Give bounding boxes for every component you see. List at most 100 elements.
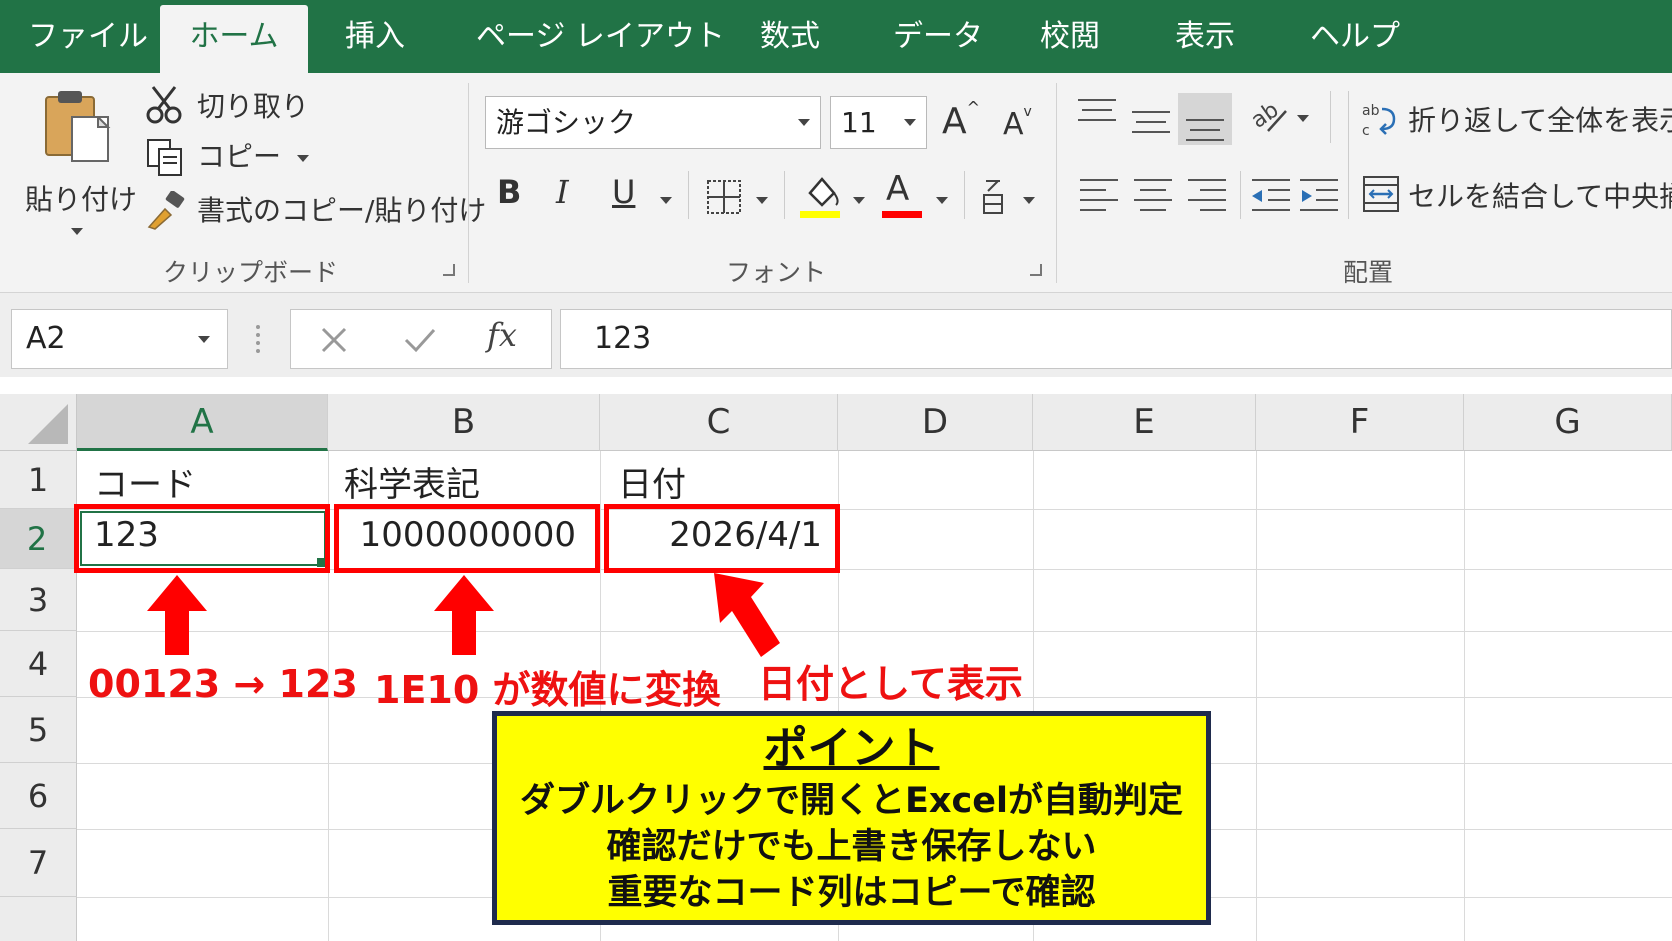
select-all-corner[interactable] (0, 394, 77, 451)
column-header-d[interactable]: D (838, 394, 1033, 451)
align-middle-button[interactable] (1132, 99, 1172, 135)
arrow-up-icon (147, 575, 207, 655)
name-box-dropdown-icon[interactable] (198, 336, 210, 343)
enter-check-icon[interactable] (403, 325, 437, 355)
separator (964, 171, 965, 219)
group-separator (1056, 83, 1057, 283)
tab-view[interactable]: 表示 (1175, 0, 1235, 73)
cell-b1[interactable]: 科学表記 (344, 457, 480, 506)
annotation-date: 日付として表示 (758, 662, 1023, 706)
ribbon-tab-bar: ファイル ホーム 挿入 ページ レイアウト 数式 データ 校閲 表示 ヘルプ (0, 0, 1672, 73)
row-header-8[interactable] (0, 897, 77, 941)
align-center-button[interactable] (1134, 179, 1174, 215)
decrease-indent-button[interactable] (1252, 179, 1292, 215)
tab-review[interactable]: 校閲 (1040, 0, 1100, 73)
italic-button[interactable]: I (556, 173, 569, 211)
tip-line: ダブルクリックで開くとExcelが自動判定 (520, 781, 1183, 821)
row-header-1[interactable]: 1 (0, 451, 77, 509)
cell-c1[interactable]: 日付 (618, 457, 686, 506)
annotation-scientific: 1E10 が数値に変換 (374, 668, 721, 712)
row-header-7[interactable]: 7 (0, 829, 77, 897)
font-group-label: フォント (726, 258, 827, 287)
font-size-value: 11 (841, 106, 877, 139)
merge-center-button[interactable]: セルを結合して中央揃え (1362, 171, 1672, 219)
font-color-button[interactable]: A (882, 169, 924, 219)
phonetic-guide-icon[interactable] (980, 177, 1008, 217)
tip-line: 重要なコード列はコピーで確認 (607, 873, 1096, 913)
tip-line: 確認だけでも上書き保存しない (606, 827, 1097, 867)
fill-color-icon[interactable] (800, 173, 842, 219)
row-header-6[interactable]: 6 (0, 763, 77, 829)
align-top-button[interactable] (1078, 99, 1118, 135)
font-size-combo[interactable]: 11 (830, 96, 927, 149)
name-box[interactable]: A2 (11, 309, 228, 369)
paste-icon (45, 91, 111, 162)
orientation-dropdown-icon[interactable] (1297, 115, 1309, 122)
row-header-3[interactable]: 3 (0, 569, 77, 631)
wrap-text-label: 折り返して全体を表示す (1408, 104, 1672, 137)
clipboard-dialog-launcher-icon[interactable] (443, 264, 455, 276)
tab-insert[interactable]: 挿入 (345, 0, 405, 73)
merge-center-label: セルを結合して中央揃え (1408, 180, 1672, 213)
borders-icon[interactable] (706, 179, 742, 215)
column-header-g[interactable]: G (1464, 394, 1672, 451)
formula-bar-splitter[interactable] (256, 325, 260, 353)
cut-label: 切り取り (197, 90, 310, 123)
format-painter-button[interactable]: 書式のコピー/貼り付け (145, 189, 486, 233)
column-header-e[interactable]: E (1033, 394, 1256, 451)
fill-color-dropdown-icon[interactable] (853, 197, 865, 204)
column-header-b[interactable]: B (328, 394, 600, 451)
bold-button[interactable]: B (497, 173, 521, 211)
row-header-2[interactable]: 2 (0, 509, 77, 569)
font-color-dropdown-icon[interactable] (936, 197, 948, 204)
formula-input[interactable]: 123 (560, 309, 1672, 369)
column-header-c[interactable]: C (600, 394, 838, 451)
tab-data[interactable]: データ (893, 0, 983, 73)
tab-home[interactable]: ホーム (160, 5, 308, 73)
copy-dropdown-icon[interactable] (297, 155, 309, 162)
tab-page-layout[interactable]: ページ レイアウト (476, 0, 725, 73)
wrap-text-icon: ab c (1362, 103, 1396, 139)
ribbon: 貼り付け 切り取り コピー 書式のコピー/貼り付け クリップボード 游ゴシック … (0, 73, 1672, 293)
increase-font-size-button[interactable]: A^ (942, 98, 980, 142)
cancel-icon[interactable] (319, 325, 349, 355)
tip-note-box: ポイント ダブルクリックで開くとExcelが自動判定 確認だけでも上書き保存しな… (492, 711, 1211, 925)
tab-formulas[interactable]: 数式 (760, 0, 820, 73)
paste-button[interactable]: 貼り付け (20, 83, 138, 235)
font-color-swatch (882, 211, 922, 218)
column-header-a[interactable]: A (77, 394, 328, 451)
align-right-button[interactable] (1188, 179, 1228, 215)
copy-button[interactable]: コピー (145, 135, 315, 179)
orientation-icon[interactable]: ab (1250, 97, 1290, 137)
formula-bar: A2 fx 123 (0, 293, 1672, 377)
tab-file[interactable]: ファイル (28, 0, 148, 73)
increase-indent-button[interactable] (1300, 179, 1340, 215)
svg-text:ab: ab (1362, 103, 1380, 119)
gridline (77, 631, 1672, 632)
cut-button[interactable]: 切り取り (145, 83, 309, 127)
row-header-4[interactable]: 4 (0, 631, 77, 697)
column-header-f[interactable]: F (1256, 394, 1464, 451)
highlight-box-c2 (604, 504, 840, 573)
align-left-button[interactable] (1080, 179, 1120, 215)
font-name-dropdown-icon[interactable] (798, 119, 810, 126)
separator (688, 171, 689, 219)
paste-dropdown-icon[interactable] (71, 228, 83, 235)
row-header-5[interactable]: 5 (0, 697, 77, 763)
borders-dropdown-icon[interactable] (756, 197, 768, 204)
insert-function-button[interactable]: fx (487, 316, 517, 354)
font-size-dropdown-icon[interactable] (904, 119, 916, 126)
paste-label: 貼り付け (25, 183, 138, 216)
decrease-font-size-button[interactable]: Av (1003, 104, 1032, 142)
align-bottom-button[interactable] (1178, 93, 1232, 145)
font-dialog-launcher-icon[interactable] (1030, 264, 1042, 276)
font-name-combo[interactable]: 游ゴシック (485, 96, 821, 149)
increase-font-icon: A (942, 101, 967, 142)
wrap-text-button[interactable]: ab c 折り返して全体を表示す (1362, 95, 1672, 143)
cell-a1[interactable]: コード (94, 457, 196, 506)
tab-help[interactable]: ヘルプ (1310, 0, 1400, 73)
underline-dropdown-icon[interactable] (660, 197, 672, 204)
underline-button[interactable]: U (612, 173, 635, 211)
decrease-font-icon: A (1003, 107, 1024, 142)
phonetic-dropdown-icon[interactable] (1023, 197, 1035, 204)
